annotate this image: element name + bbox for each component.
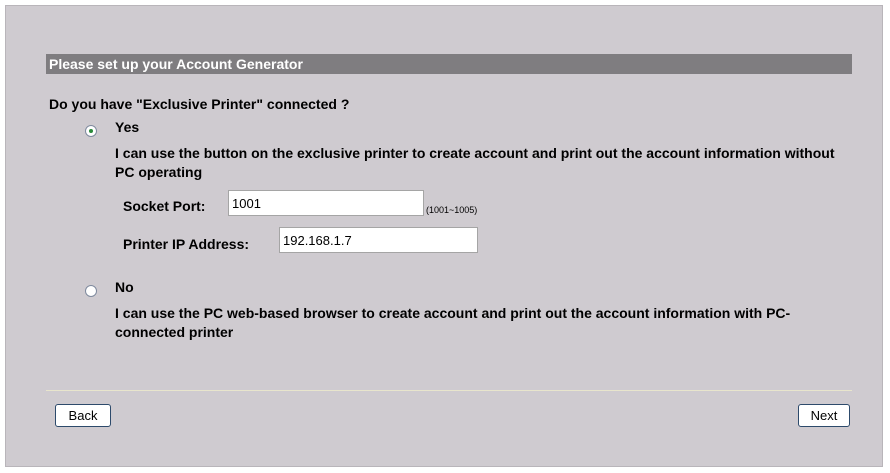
printer-question: Do you have "Exclusive Printer" connecte…: [49, 96, 350, 112]
socket-port-label: Socket Port:: [123, 198, 206, 214]
next-button[interactable]: Next: [798, 404, 850, 427]
no-description: I can use the PC web-based browser to cr…: [115, 305, 791, 340]
no-radio[interactable]: [85, 285, 97, 297]
section-header: Please set up your Account Generator: [46, 54, 852, 74]
setup-panel: Please set up your Account Generator Do …: [5, 5, 883, 467]
divider: [46, 390, 852, 391]
yes-label[interactable]: Yes: [115, 119, 139, 135]
printer-ip-label: Printer IP Address:: [123, 236, 250, 252]
printer-ip-input[interactable]: [279, 227, 478, 253]
back-button[interactable]: Back: [55, 404, 111, 427]
no-label[interactable]: No: [115, 279, 134, 295]
yes-radio[interactable]: [85, 125, 97, 137]
socket-port-input[interactable]: [228, 190, 424, 216]
socket-port-range-hint: (1001~1005): [426, 205, 478, 215]
yes-description: I can use the button on the exclusive pr…: [115, 145, 835, 180]
